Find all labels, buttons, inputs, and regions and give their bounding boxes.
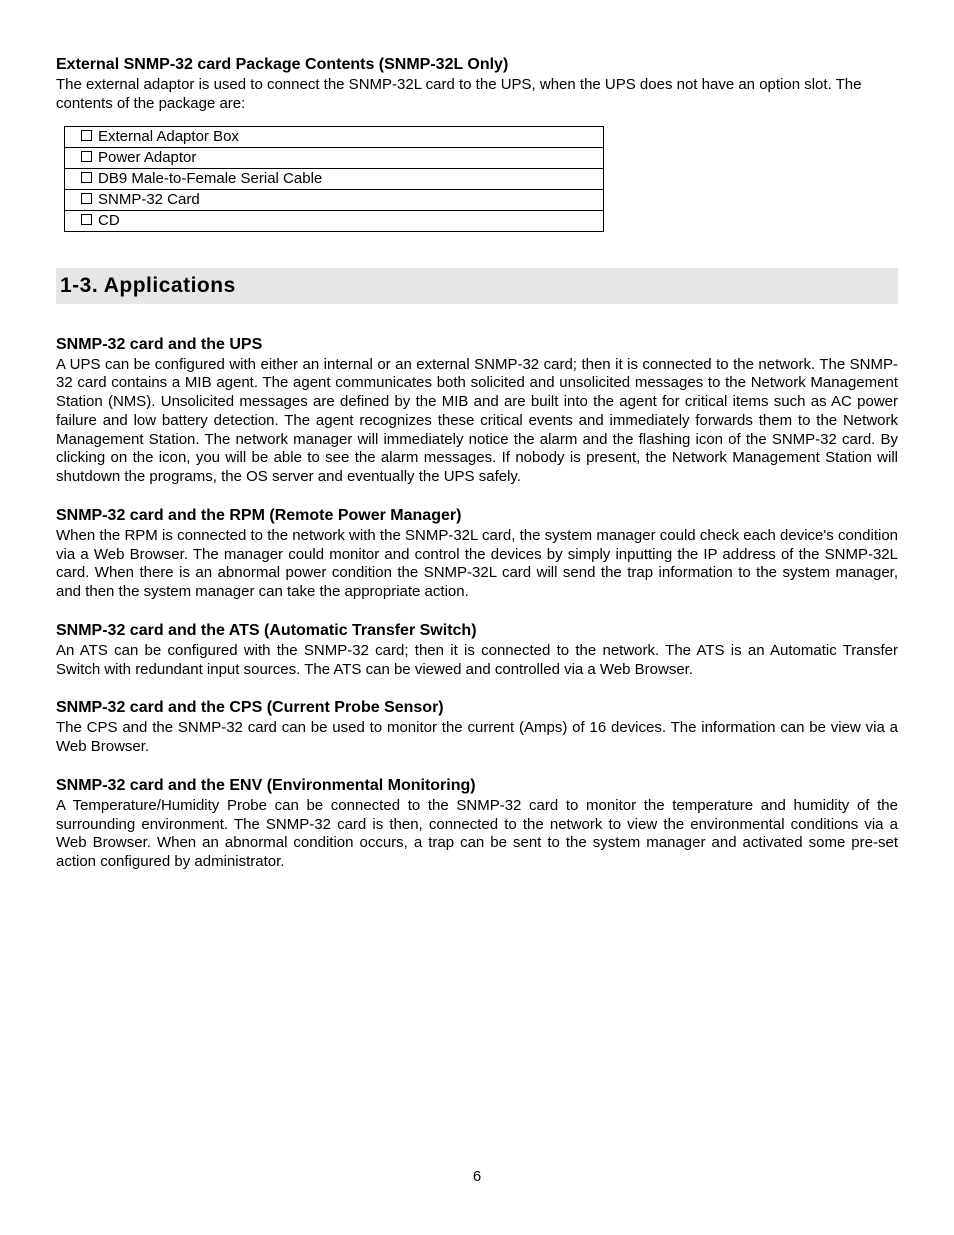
checkbox-icon <box>81 214 92 225</box>
package-item-label: External Adaptor Box <box>98 128 239 145</box>
table-row: CD <box>65 210 604 231</box>
checkbox-icon <box>81 130 92 141</box>
checkbox-icon <box>81 172 92 183</box>
subsection-body: A Temperature/Humidity Probe can be conn… <box>56 797 898 872</box>
subsection-ups: SNMP-32 card and the UPS A UPS can be co… <box>56 336 898 487</box>
package-heading: External SNMP-32 card Package Contents (… <box>56 56 898 74</box>
package-contents-table: External Adaptor Box Power Adaptor DB9 M… <box>64 126 604 232</box>
table-row: SNMP-32 Card <box>65 189 604 210</box>
page-number: 6 <box>0 1168 954 1185</box>
subsection-rpm: SNMP-32 card and the RPM (Remote Power M… <box>56 507 898 602</box>
package-item-label: Power Adaptor <box>98 149 196 166</box>
subsection-body: When the RPM is connected to the network… <box>56 527 898 602</box>
document-page: External SNMP-32 card Package Contents (… <box>0 0 954 1235</box>
table-row: External Adaptor Box <box>65 126 604 147</box>
subsection-body: An ATS can be configured with the SNMP-3… <box>56 642 898 680</box>
subsection-title: SNMP-32 card and the ENV (Environmental … <box>56 777 898 795</box>
package-item-label: DB9 Male-to-Female Serial Cable <box>98 170 322 187</box>
package-item-label: CD <box>98 212 120 229</box>
package-item-label: SNMP-32 Card <box>98 191 200 208</box>
subsection-body: The CPS and the SNMP-32 card can be used… <box>56 719 898 757</box>
table-row: DB9 Male-to-Female Serial Cable <box>65 168 604 189</box>
subsection-title: SNMP-32 card and the ATS (Automatic Tran… <box>56 622 898 640</box>
subsection-title: SNMP-32 card and the RPM (Remote Power M… <box>56 507 898 525</box>
checkbox-icon <box>81 193 92 204</box>
table-row: Power Adaptor <box>65 147 604 168</box>
subsection-cps: SNMP-32 card and the CPS (Current Probe … <box>56 699 898 757</box>
subsection-env: SNMP-32 card and the ENV (Environmental … <box>56 777 898 872</box>
section-heading-applications: 1-3. Applications <box>56 268 898 304</box>
subsection-title: SNMP-32 card and the UPS <box>56 336 898 354</box>
subsection-body: A UPS can be configured with either an i… <box>56 356 898 487</box>
checkbox-icon <box>81 151 92 162</box>
subsection-ats: SNMP-32 card and the ATS (Automatic Tran… <box>56 622 898 680</box>
subsection-title: SNMP-32 card and the CPS (Current Probe … <box>56 699 898 717</box>
package-intro: The external adaptor is used to connect … <box>56 76 898 114</box>
